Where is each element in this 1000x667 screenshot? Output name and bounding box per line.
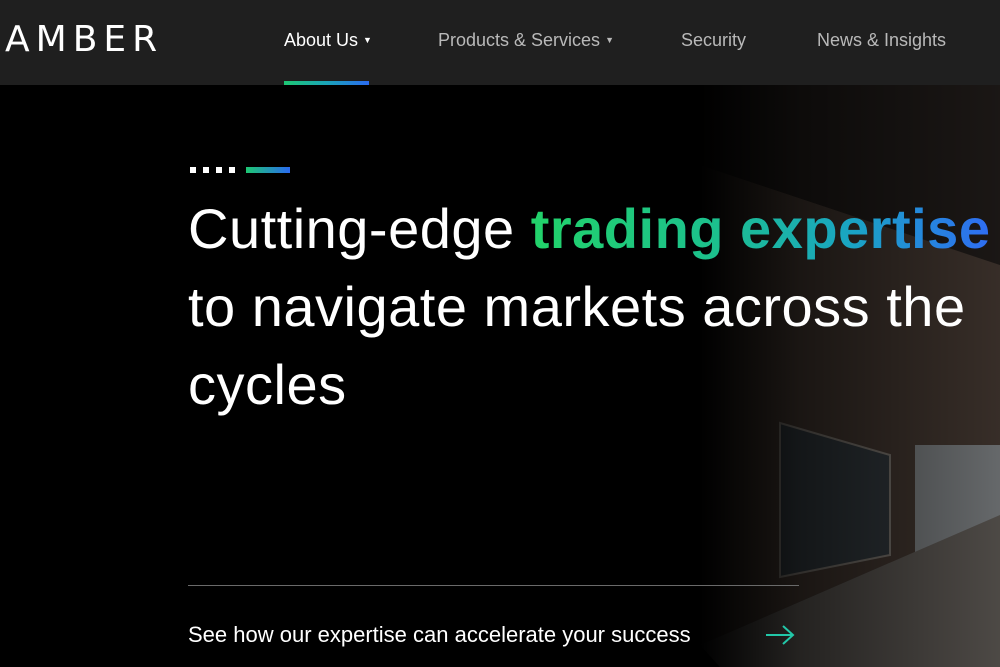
chevron-down-icon: ▼ — [363, 35, 372, 45]
cta-link[interactable]: See how our expertise can accelerate you… — [188, 621, 691, 649]
nav-item-label: Products & Services — [438, 30, 601, 50]
headline-accent: trading expertise — [530, 197, 991, 260]
chevron-down-icon: ▼ — [605, 35, 614, 45]
nav-item-news-insights[interactable]: News & Insights — [817, 29, 946, 51]
nav-item-label: About Us — [284, 30, 359, 50]
top-nav: AMBER About Us ▼ Products & Services ▼ Sec… — [0, 0, 1000, 85]
headline-prefix: Cutting-edge — [188, 197, 531, 260]
cta-divider — [188, 585, 799, 586]
nav-item-label: Security — [681, 30, 747, 50]
headline-rest: to navigate markets across the cycles — [188, 275, 966, 416]
amber-logo[interactable]: AMBER — [5, 22, 163, 58]
hero-headline: Cutting-edge trading expertise to naviga… — [188, 190, 1000, 424]
arrow-right-icon[interactable] — [765, 624, 795, 646]
nav-item-products-services[interactable]: Products & Services ▼ — [438, 29, 614, 51]
decorative-gradient-dash — [246, 167, 290, 173]
nav-item-label: News & Insights — [817, 30, 947, 50]
nav-item-about-us[interactable]: About Us ▼ — [284, 29, 372, 51]
nav-item-security[interactable]: Security — [681, 29, 746, 51]
